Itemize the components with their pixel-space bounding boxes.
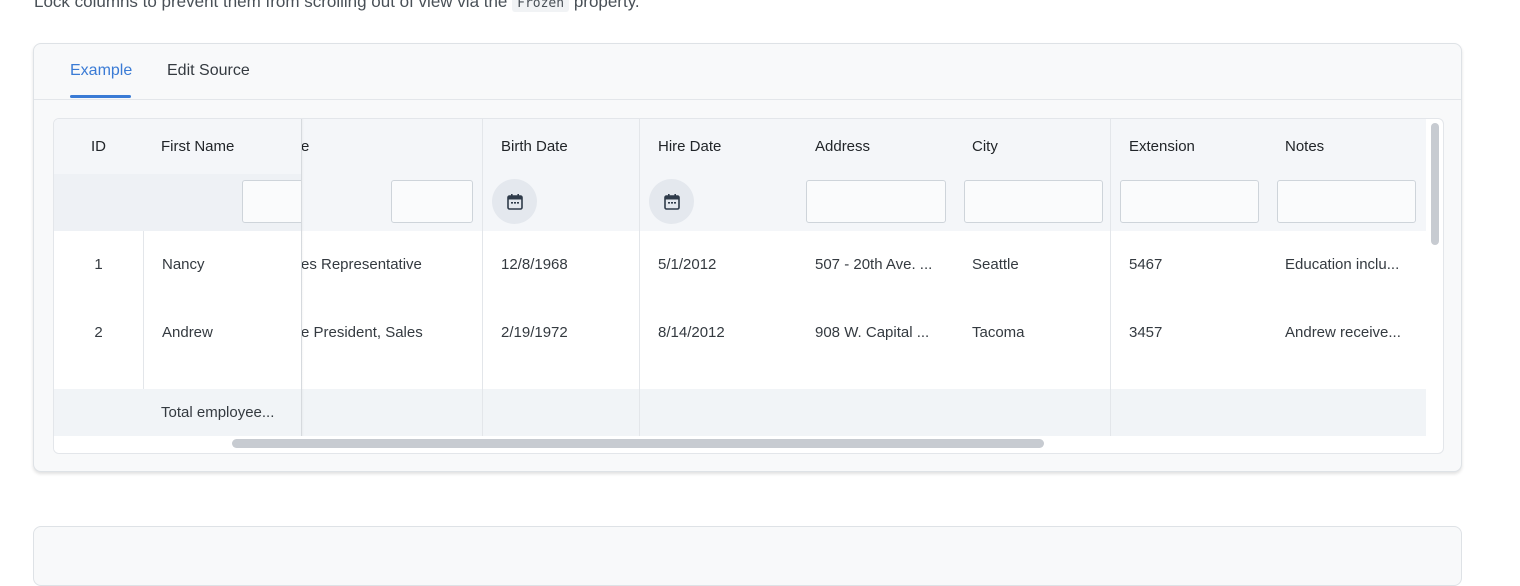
notes-filter-input[interactable]: [1277, 180, 1416, 223]
header-first-name[interactable]: First Name: [161, 119, 234, 174]
header-address[interactable]: Address: [815, 119, 870, 174]
horizontal-scrollbar-thumb[interactable]: [232, 439, 1044, 448]
cell-title: es Representative: [301, 256, 422, 273]
calendar-icon: [506, 193, 523, 210]
header-notes[interactable]: Notes: [1285, 119, 1324, 174]
header-extension[interactable]: Extension: [1129, 119, 1195, 174]
cell-notes: Education inclu...: [1285, 256, 1400, 273]
cell-birth-date: 12/8/1968: [501, 256, 568, 273]
header-id[interactable]: ID: [91, 119, 106, 174]
vertical-scrollbar-thumb[interactable]: [1431, 123, 1439, 245]
title-filter-input[interactable]: [391, 180, 473, 223]
footer-total-employees: Total employee...: [161, 404, 275, 421]
header-birth-date[interactable]: Birth Date: [501, 119, 568, 174]
first-name-filter-input[interactable]: [242, 180, 301, 223]
intro-text-before: Lock columns to prevent them from scroll…: [34, 0, 508, 11]
frozen-code: Frozen: [512, 0, 570, 12]
cell-hire-date: 8/14/2012: [658, 324, 725, 341]
frozen-row[interactable]: 2 Andrew: [54, 299, 301, 368]
cell-city: Seattle: [972, 256, 1019, 273]
cell-title: e President, Sales: [301, 324, 423, 341]
active-tab-indicator: [70, 95, 131, 98]
tab-example[interactable]: Example: [70, 62, 132, 80]
data-grid: e Birth Date Hire Date Address City Exte…: [53, 118, 1444, 454]
header-city[interactable]: City: [972, 119, 998, 174]
frozen-columns: ID First Name 1 Nancy 2 Andrew Total emp…: [54, 119, 301, 436]
intro-text-after: property.: [573, 0, 640, 11]
cell-id: 1: [94, 256, 103, 273]
frozen-row[interactable]: 1 Nancy: [54, 231, 301, 300]
cell-city: Tacoma: [972, 324, 1025, 341]
hire-date-picker-button[interactable]: [649, 179, 694, 224]
calendar-icon: [663, 193, 680, 210]
tab-bar: Example Edit Source: [34, 44, 1461, 100]
cell-first-name: Nancy: [162, 256, 205, 273]
birth-date-picker-button[interactable]: [492, 179, 537, 224]
cell-hire-date: 5/1/2012: [658, 256, 717, 273]
cell-address: 507 - 20th Ave. ...: [815, 256, 933, 273]
next-example-card: [33, 526, 1462, 586]
cell-address: 908 W. Capital ...: [815, 324, 930, 341]
address-filter-input[interactable]: [806, 180, 946, 223]
cell-extension: 3457: [1129, 324, 1163, 341]
cell-first-name: Andrew: [162, 324, 213, 341]
extension-filter-input[interactable]: [1120, 180, 1259, 223]
tab-edit-source[interactable]: Edit Source: [167, 62, 250, 80]
intro-text: Lock columns to prevent them from scroll…: [34, 0, 640, 12]
header-hire-date[interactable]: Hire Date: [658, 119, 721, 174]
cell-notes: Andrew receive...: [1285, 324, 1401, 341]
example-card: Example Edit Source e Birth Date Hire Da…: [33, 43, 1462, 472]
city-filter-input[interactable]: [964, 180, 1103, 223]
cell-birth-date: 2/19/1972: [501, 324, 568, 341]
cell-id: 2: [94, 324, 103, 341]
cell-extension: 5467: [1129, 256, 1163, 273]
